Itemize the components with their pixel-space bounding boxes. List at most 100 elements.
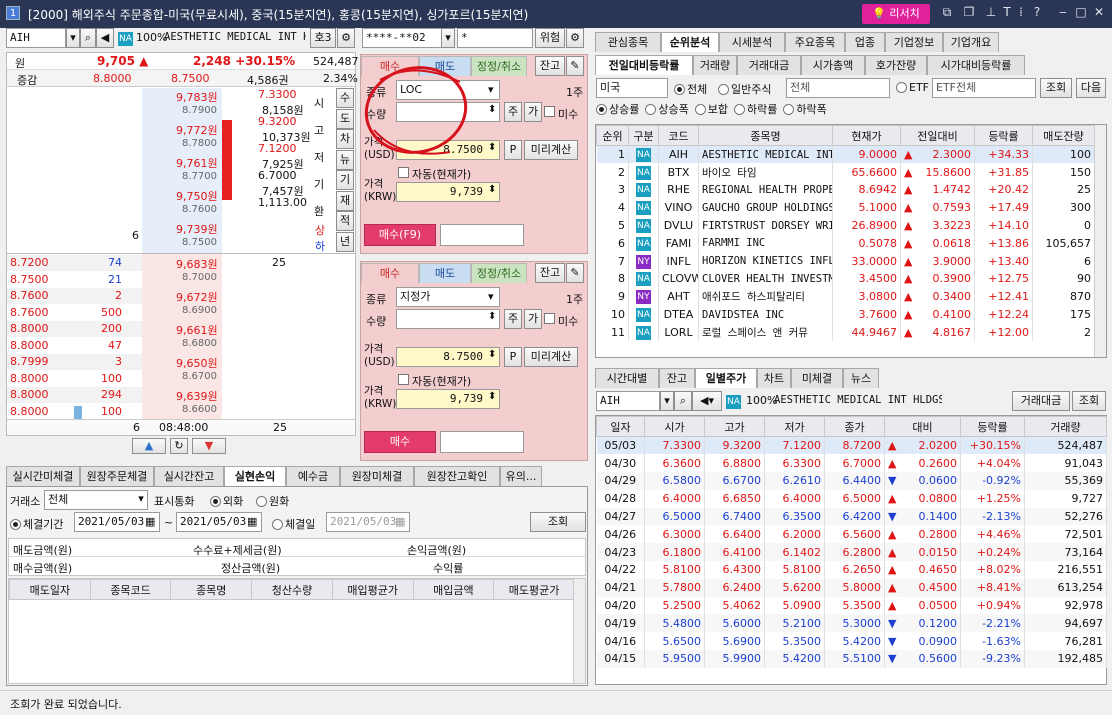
daily-search-icon[interactable]: ⌕ xyxy=(674,391,692,411)
daily-tab-5[interactable]: 뉴스 xyxy=(843,368,879,388)
eraser-icon[interactable]: ✎ xyxy=(566,263,584,283)
daily-row[interactable]: 04/20 5.2500 5.4062 5.0900 5.3500 ▲ 0.0500 +0.9… xyxy=(596,596,1107,615)
daily-row[interactable]: 04/23 6.1800 6.4100 6.1402 6.2800 ▲ 0.0150 +0.2… xyxy=(596,543,1107,562)
quote-level-button[interactable]: 호3 xyxy=(310,28,336,48)
query-button[interactable]: 조회 xyxy=(530,512,586,532)
rank-col-header[interactable]: 구분 xyxy=(628,125,659,146)
daily-row[interactable]: 04/29 6.5800 6.6700 6.2610 6.4400 ▼ 0.0600 -0.9… xyxy=(596,472,1107,490)
balance-button[interactable]: 잔고 xyxy=(535,56,565,76)
type-dropdown[interactable]: ▾ xyxy=(488,290,494,303)
ll-tab-5[interactable]: 원장미체결 xyxy=(340,466,414,486)
qty-input[interactable] xyxy=(396,309,500,329)
filter-radio-0[interactable]: 상승률 xyxy=(596,103,639,116)
bid-price[interactable]: 9,650원 xyxy=(176,355,218,371)
period-radio[interactable]: 체결기간 xyxy=(10,516,63,532)
daily-code-dropdown[interactable]: ▾ xyxy=(660,391,674,411)
rank-sub-tab-1[interactable]: 거래량 xyxy=(693,55,737,75)
krw-spinner[interactable]: ⬍ xyxy=(488,391,496,402)
rank-sub-tab-5[interactable]: 시가대비등락률 xyxy=(927,55,1025,75)
misu-checkbox[interactable] xyxy=(544,105,557,118)
etf-radio[interactable]: ETF xyxy=(896,81,929,94)
rank-main-tab-2[interactable]: 시세분석 xyxy=(719,32,785,52)
rank-col-header[interactable]: 코드 xyxy=(658,125,699,146)
ask-price[interactable]: 9,739원 xyxy=(176,221,218,237)
price-krw-input[interactable]: 9,739 xyxy=(396,182,500,202)
daily-row[interactable]: 04/16 5.6500 5.6900 5.3500 5.4200 ▼ 0.0900 -1.6… xyxy=(596,632,1107,651)
rank-row[interactable]: 1 NA AIH AESTHETIC MEDICAL INT 9.0000 ▲ 2.300… xyxy=(596,145,1095,164)
research-button[interactable]: 💡 리서치 xyxy=(862,4,930,24)
ju-button[interactable]: 주 xyxy=(504,102,522,122)
rank-row[interactable]: 4 NA VINO GAUCHO GROUP HOLDINGS 5.1000 ▲ 0.75… xyxy=(596,198,1095,217)
fx-radio[interactable]: 외화 xyxy=(210,493,243,509)
calendar-icon[interactable]: ▦ xyxy=(145,515,155,528)
daily-col-header[interactable]: 시가 xyxy=(644,416,705,437)
ll-tab-0[interactable]: 실시간미체결 xyxy=(6,466,80,486)
pnl-col-header[interactable]: 종목명 xyxy=(170,579,253,600)
settings-gear-icon[interactable]: ⚙ xyxy=(337,28,355,48)
rank-row[interactable]: 2 NA BTX 바이오 타임 65.6600 ▲ 15.8600 +31.85 150 xyxy=(596,163,1095,182)
font-icon[interactable]: T xyxy=(1000,5,1014,21)
rank-col-header[interactable]: 순위 xyxy=(596,125,629,146)
rank-row[interactable]: 5 NA DVLU FIRTSTRUST DORSEY WRI 26.8900 ▲ 3.3… xyxy=(596,216,1095,235)
market-select[interactable]: 미국 xyxy=(596,78,668,98)
rank-col-header[interactable]: 전일대비 xyxy=(900,125,975,146)
daily-col-header[interactable]: 저가 xyxy=(764,416,825,437)
filter-radio-3[interactable]: 하락률 xyxy=(734,103,777,116)
rank-row[interactable]: 8 NA CLOVW CLOVER HEALTH INVESTM 3.4500 ▲ 0.3… xyxy=(596,270,1095,288)
rank-main-tab-6[interactable]: 기업개요 xyxy=(943,32,999,52)
day-radio[interactable]: 체결일 xyxy=(272,516,315,532)
pnl-col-header[interactable]: 청산수량 xyxy=(251,579,333,600)
daily-col-header[interactable]: 일자 xyxy=(596,416,645,437)
order-memo[interactable] xyxy=(440,224,524,246)
order-tab-2[interactable]: 정정/취소 xyxy=(471,263,527,283)
p-button[interactable]: P xyxy=(504,347,522,367)
submit-buy-button[interactable]: 매수(F9) xyxy=(364,224,436,246)
rank-main-tab-1[interactable]: 순위분석 xyxy=(661,32,719,52)
side-tab-0[interactable]: 수 xyxy=(336,88,354,108)
daily-row[interactable]: 04/28 6.4000 6.6850 6.4000 6.5000 ▲ 0.0800 +1.2… xyxy=(596,489,1107,508)
side-tab-6[interactable]: 적 xyxy=(336,211,354,231)
pnl-col-header[interactable]: 매입금액 xyxy=(412,579,495,600)
side-tab-1[interactable]: 도 xyxy=(336,108,354,129)
pin-icon[interactable]: ⊥ xyxy=(984,5,998,21)
exchange-dropdown[interactable]: ▾ xyxy=(134,490,148,510)
daily-col-header[interactable]: 종가 xyxy=(824,416,885,437)
ll-tab-2[interactable]: 실시간잔고 xyxy=(154,466,224,486)
all-radio[interactable]: 전체 xyxy=(674,81,707,97)
calendar-icon[interactable]: ▦ xyxy=(247,515,257,528)
help-icon[interactable]: ? xyxy=(1030,5,1044,21)
krw-spinner[interactable]: ⬍ xyxy=(488,184,496,195)
scroll-down-button[interactable]: ▼ xyxy=(192,438,226,454)
qty-spinner[interactable]: ⬍ xyxy=(488,104,496,115)
bid-price[interactable]: 9,683원 xyxy=(176,256,218,272)
daily-row[interactable]: 05/03 7.3300 9.3200 7.1200 8.7200 ▲ 2.0200 +30.… xyxy=(596,436,1107,455)
daily-col-header[interactable]: 고가 xyxy=(704,416,765,437)
scrollbar[interactable] xyxy=(573,579,585,683)
type-dropdown[interactable]: ▾ xyxy=(488,83,494,96)
rank-row[interactable]: 10 NA DTEA DAVIDSTEA INC 3.7600 ▲ 0.4100 +12.2… xyxy=(596,305,1095,324)
order-type-select[interactable]: 지정가 xyxy=(396,287,500,307)
pnl-col-header[interactable]: 매입평균가 xyxy=(331,579,414,600)
close-icon[interactable]: ✕ xyxy=(1092,5,1106,21)
bid-price[interactable]: 9,639원 xyxy=(176,388,218,404)
rank-row[interactable]: 3 NA RHE REGIONAL HEALTH PROPE 8.6942 ▲ 1.474… xyxy=(596,181,1095,199)
account-dropdown[interactable]: ▾ xyxy=(441,28,455,48)
daily-row[interactable]: 04/22 5.8100 6.4300 5.8100 6.2650 ▲ 0.4650 +8.0… xyxy=(596,561,1107,579)
daily-row[interactable]: 04/19 5.4800 5.6000 5.2100 5.3000 ▼ 0.1200 -2.2… xyxy=(596,614,1107,633)
rank-col-header[interactable]: 등락률 xyxy=(974,125,1033,146)
daily-row[interactable]: 04/27 6.5000 6.7400 6.3500 6.4200 ▼ 0.1400 -2.1… xyxy=(596,507,1107,526)
bid-price[interactable]: 9,672원 xyxy=(176,289,218,305)
eraser-icon[interactable]: ✎ xyxy=(566,56,584,76)
price-spinner[interactable]: ⬍ xyxy=(488,349,496,360)
rank-sub-tab-0[interactable]: 전일대비등락률 xyxy=(595,55,693,75)
rank-main-tab-5[interactable]: 기업정보 xyxy=(885,32,943,52)
rank-sub-tab-2[interactable]: 거래대금 xyxy=(737,55,801,75)
refresh-icon[interactable]: ↻ xyxy=(170,438,188,454)
precalc-button[interactable]: 미리계산 xyxy=(524,140,578,160)
daily-tab-1[interactable]: 잔고 xyxy=(659,368,695,388)
precalc-button[interactable]: 미리계산 xyxy=(524,347,578,367)
filter-radio-1[interactable]: 상승폭 xyxy=(645,103,689,116)
daily-col-header[interactable]: 등락률 xyxy=(960,416,1025,437)
daily-row[interactable]: 04/30 6.3600 6.8800 6.3300 6.7000 ▲ 0.2600 +4.0… xyxy=(596,454,1107,473)
price-usd-input[interactable]: 8.7500 xyxy=(396,347,500,367)
